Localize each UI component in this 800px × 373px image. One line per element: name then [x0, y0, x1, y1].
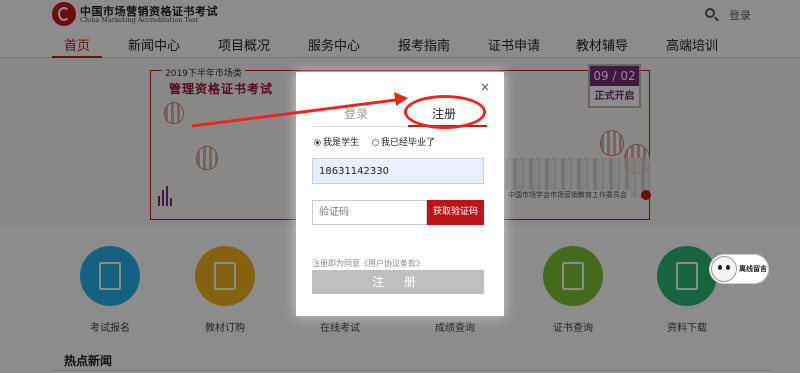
- radio-student[interactable]: 我是学生: [314, 135, 359, 148]
- radio-checked-icon[interactable]: [314, 139, 321, 146]
- verification-code-input[interactable]: [312, 200, 427, 225]
- radio-graduated[interactable]: 我已经毕业了: [372, 135, 435, 148]
- offline-message-widget[interactable]: 离线留言: [709, 254, 769, 284]
- get-code-button[interactable]: 获取验证码: [427, 200, 484, 225]
- tab-login[interactable]: 登录: [344, 105, 368, 122]
- radio-graduated-label[interactable]: 我已经毕业了: [381, 138, 435, 148]
- chat-label: 离线留言: [739, 265, 767, 273]
- close-icon[interactable]: ×: [480, 80, 490, 94]
- chat-face-icon: [711, 256, 737, 282]
- register-button[interactable]: 注 册: [312, 270, 484, 294]
- auth-modal: × 登录 注册 我是学生 我已经毕业了 获取验证码 注册即为同意《用户协议条款》…: [296, 72, 504, 316]
- agreement-link[interactable]: 注册即为同意《用户协议条款》: [312, 258, 424, 269]
- annotation-circle: [404, 95, 486, 129]
- radio-unchecked-icon[interactable]: [372, 139, 379, 146]
- radio-student-label[interactable]: 我是学生: [323, 138, 359, 148]
- phone-input[interactable]: [312, 158, 484, 184]
